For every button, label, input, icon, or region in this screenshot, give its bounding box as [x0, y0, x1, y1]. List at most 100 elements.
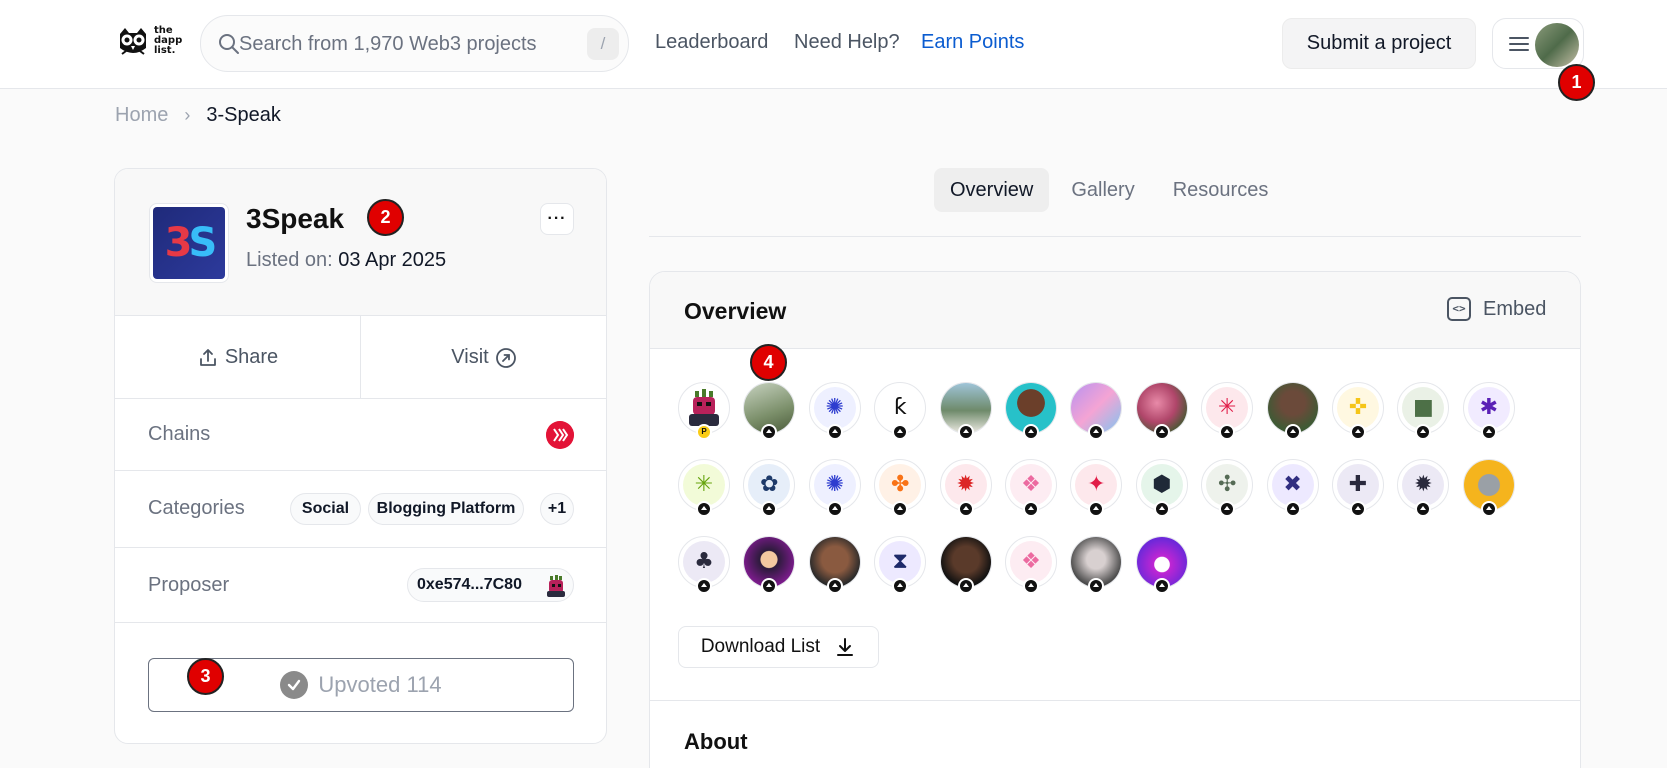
- nav-need-help[interactable]: Need Help?: [794, 31, 900, 54]
- category-tag[interactable]: Social: [290, 493, 361, 525]
- upvoter-generated-icon: ✖: [1271, 464, 1314, 506]
- upvote-badge-icon: [696, 578, 712, 594]
- upvoter-generated-icon: ♣: [683, 541, 725, 583]
- proposer-avatar: [547, 575, 565, 597]
- upvoter-avatar[interactable]: ✿: [743, 459, 796, 517]
- upvoter-avatar[interactable]: ✦: [1070, 459, 1123, 517]
- upvote-badge-icon: [826, 424, 843, 440]
- upvoter-avatar[interactable]: ✹: [1397, 459, 1450, 517]
- upvoter-avatar[interactable]: ✜: [1332, 382, 1384, 440]
- tab-overview[interactable]: Overview: [934, 168, 1050, 212]
- proposer-row: Proposer 0xe574...7C80: [115, 548, 606, 623]
- upvoter-avatar[interactable]: [1070, 382, 1123, 440]
- upvoter-avatar[interactable]: [808, 536, 861, 594]
- share-button[interactable]: Share: [115, 316, 361, 399]
- chains-label: Chains: [148, 423, 211, 445]
- listed-date: Listed on: 03 Apr 2025: [246, 249, 447, 271]
- overview-header: Overview <> Embed: [650, 272, 1580, 349]
- proposer-address-pill[interactable]: 0xe574...7C80: [407, 568, 574, 602]
- tab-gallery[interactable]: Gallery: [1055, 168, 1150, 212]
- upvoter-avatar[interactable]: [1266, 382, 1319, 440]
- upvoter-avatar[interactable]: ✳: [678, 459, 730, 517]
- upvote-badge-icon: [1088, 501, 1105, 517]
- upvoter-avatar[interactable]: ✱: [1462, 382, 1515, 440]
- upvoter-avatar[interactable]: [1070, 536, 1123, 594]
- upvoter-avatar[interactable]: ⧗: [874, 536, 927, 594]
- upvoter-avatar[interactable]: ƙ: [874, 382, 927, 440]
- upvoter-avatar[interactable]: ✹: [939, 459, 992, 517]
- upvoter-generated-icon: ❖: [1010, 541, 1052, 583]
- category-more-tag[interactable]: +1: [540, 493, 574, 525]
- upvote-badge-icon: [892, 501, 909, 517]
- upvote-badge-icon: [957, 424, 974, 440]
- project-actions: Share Visit: [115, 316, 606, 399]
- upvoter-avatar[interactable]: ✺: [808, 459, 861, 517]
- upvoter-avatar[interactable]: [743, 382, 796, 440]
- upvoter-generated-icon: ✜: [1337, 387, 1379, 429]
- upvoter-avatar[interactable]: ✖: [1266, 459, 1319, 517]
- nav-leaderboard[interactable]: Leaderboard: [655, 31, 768, 54]
- upvoter-avatar[interactable]: ♣: [678, 536, 730, 594]
- upvoter-avatar[interactable]: ❖: [1005, 459, 1057, 517]
- download-icon: [837, 638, 854, 656]
- visit-button[interactable]: Visit: [361, 316, 606, 399]
- upvoter-avatar[interactable]: ✳: [1201, 382, 1254, 440]
- upvoter-avatar[interactable]: [1462, 459, 1515, 517]
- category-tag[interactable]: Blogging Platform: [368, 493, 524, 525]
- upvoter-avatar[interactable]: [743, 536, 796, 594]
- upvote-label: Upvoted 114: [318, 672, 442, 697]
- upvoter-avatar[interactable]: ⬢: [1135, 459, 1188, 517]
- upvoter-avatar[interactable]: [1135, 536, 1188, 594]
- upvoter-generated-icon: ⧗: [879, 541, 922, 583]
- upvoter-avatar[interactable]: ❖: [1005, 536, 1057, 594]
- upvoter-avatar[interactable]: [1135, 382, 1188, 440]
- project-header: 3S 3Speak Listed on: 03 Apr 2025 ···: [115, 169, 606, 316]
- upvoter-avatar[interactable]: ✣: [1201, 459, 1254, 517]
- upvote-badge-icon: [1088, 578, 1105, 594]
- points-badge-icon: P: [696, 424, 712, 440]
- tabs-divider: [649, 236, 1581, 237]
- tab-resources[interactable]: Resources: [1157, 168, 1285, 212]
- upvoter-avatar[interactable]: [1005, 382, 1057, 440]
- upvote-badge-icon: [1088, 424, 1105, 440]
- upvote-badge-icon: [696, 501, 712, 517]
- upvoter-avatar[interactable]: [939, 382, 992, 440]
- project-name: 3Speak: [246, 203, 345, 234]
- more-options-button[interactable]: ···: [540, 203, 574, 235]
- breadcrumb-home[interactable]: Home: [115, 104, 168, 127]
- upvote-badge-icon: [826, 501, 843, 517]
- annotation-marker-3: 3: [187, 658, 224, 695]
- upvoter-avatar[interactable]: ✤: [874, 459, 927, 517]
- submit-project-button[interactable]: Submit a project: [1282, 18, 1476, 69]
- external-link-icon: [495, 347, 516, 368]
- user-menu-button[interactable]: [1492, 18, 1584, 69]
- project-logo: 3S: [149, 203, 229, 283]
- upvoter-generated-icon: ✿: [748, 464, 791, 506]
- embed-button[interactable]: <> Embed: [1447, 297, 1546, 321]
- upvoter-avatar[interactable]: ✚: [1332, 459, 1384, 517]
- upvote-badge-icon: [1350, 501, 1366, 517]
- upvote-badge-icon: [957, 578, 974, 594]
- nav-earn-points[interactable]: Earn Points: [921, 31, 1024, 54]
- search-input[interactable]: [239, 30, 569, 58]
- upvoter-generated-icon: ✱: [1467, 387, 1510, 429]
- hive-icon[interactable]: [546, 421, 574, 449]
- pixel-avatar-icon: [689, 389, 719, 426]
- search-bar[interactable]: /: [200, 15, 629, 72]
- upvoter-generated-icon: ✺: [813, 464, 856, 506]
- upvoter-avatar[interactable]: [939, 536, 992, 594]
- upvote-badge-icon: [892, 424, 909, 440]
- share-icon: [199, 348, 216, 366]
- breadcrumb: Home › 3-Speak: [115, 104, 281, 127]
- hamburger-menu-icon: [1509, 37, 1529, 51]
- upvoter-generated-icon: ✹: [944, 464, 987, 506]
- upvote-badge-icon: [1284, 501, 1301, 517]
- breadcrumb-current: 3-Speak: [206, 104, 281, 126]
- upvoter-avatar[interactable]: P: [678, 382, 730, 440]
- user-avatar[interactable]: [1535, 23, 1579, 67]
- upvoter-avatar[interactable]: ■: [1397, 382, 1450, 440]
- dapplist-logo[interactable]: the dapp list.: [116, 24, 184, 58]
- upvoter-avatar[interactable]: ✺: [808, 382, 861, 440]
- download-list-button[interactable]: Download List: [678, 626, 879, 668]
- upvoter-generated-icon: ❖: [1010, 464, 1052, 506]
